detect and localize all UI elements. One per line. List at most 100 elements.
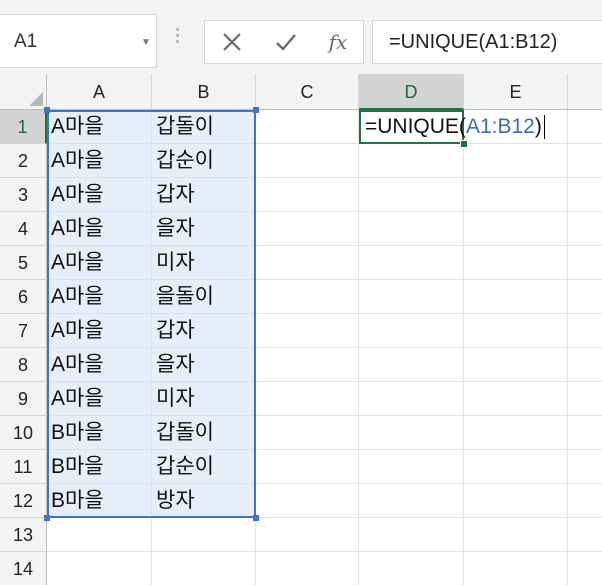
row-header-12[interactable]: 12: [0, 484, 47, 518]
cell-b7[interactable]: 갑자: [152, 314, 256, 348]
row-header-5[interactable]: 5: [0, 246, 47, 280]
cell-a6[interactable]: A마을: [47, 280, 152, 314]
cell-d4[interactable]: [359, 212, 464, 246]
cell-c5[interactable]: [256, 246, 359, 280]
fill-handle[interactable]: [460, 140, 468, 148]
cell-b1[interactable]: 갑돌이: [152, 110, 256, 144]
cell-f12[interactable]: [568, 484, 602, 518]
cell-e9[interactable]: [464, 382, 568, 416]
range-corner-handle[interactable]: [253, 107, 259, 113]
cell-a5[interactable]: A마을: [47, 246, 152, 280]
cell-d12[interactable]: [359, 484, 464, 518]
cell-e3[interactable]: [464, 178, 568, 212]
column-header-d[interactable]: D: [359, 74, 464, 110]
cell-d11[interactable]: [359, 450, 464, 484]
row-header-1[interactable]: 1: [0, 110, 47, 144]
cell-e12[interactable]: [464, 484, 568, 518]
cell-e6[interactable]: [464, 280, 568, 314]
cell-e11[interactable]: [464, 450, 568, 484]
cell-f6[interactable]: [568, 280, 602, 314]
cell-d10[interactable]: [359, 416, 464, 450]
cell-d2[interactable]: [359, 144, 464, 178]
cell-c2[interactable]: [256, 144, 359, 178]
row-header-14[interactable]: 14: [0, 552, 47, 585]
cell-c14[interactable]: [256, 552, 359, 585]
cell-f2[interactable]: [568, 144, 602, 178]
formula-bar-resize-handle[interactable]: [176, 28, 180, 46]
insert-function-button[interactable]: fx: [323, 29, 353, 55]
range-corner-handle[interactable]: [253, 515, 259, 521]
cell-a14[interactable]: [47, 552, 152, 585]
cell-d14[interactable]: [359, 552, 464, 585]
cell-d6[interactable]: [359, 280, 464, 314]
cell-a10[interactable]: B마을: [47, 416, 152, 450]
row-header-11[interactable]: 11: [0, 450, 47, 484]
row-header-7[interactable]: 7: [0, 314, 47, 348]
cell-c4[interactable]: [256, 212, 359, 246]
cell-a1[interactable]: A마을: [47, 110, 152, 144]
cell-a3[interactable]: A마을: [47, 178, 152, 212]
cell-a7[interactable]: A마을: [47, 314, 152, 348]
cell-b11[interactable]: 갑순이: [152, 450, 256, 484]
cell-a9[interactable]: A마을: [47, 382, 152, 416]
row-header-8[interactable]: 8: [0, 348, 47, 382]
cell-a8[interactable]: A마을: [47, 348, 152, 382]
cell-b12[interactable]: 방자: [152, 484, 256, 518]
cell-f11[interactable]: [568, 450, 602, 484]
cell-d9[interactable]: [359, 382, 464, 416]
cell-f5[interactable]: [568, 246, 602, 280]
cell-f4[interactable]: [568, 212, 602, 246]
name-box-dropdown-icon[interactable]: ▼: [141, 37, 151, 48]
row-header-9[interactable]: 9: [0, 382, 47, 416]
cell-b4[interactable]: 을자: [152, 212, 256, 246]
cell-d3[interactable]: [359, 178, 464, 212]
cell-f7[interactable]: [568, 314, 602, 348]
cell-d8[interactable]: [359, 348, 464, 382]
cell-c13[interactable]: [256, 518, 359, 552]
active-cell-editor[interactable]: =UNIQUE(A1:B12): [359, 110, 545, 144]
cell-c9[interactable]: [256, 382, 359, 416]
cell-c8[interactable]: [256, 348, 359, 382]
select-all-button[interactable]: [0, 74, 47, 110]
cell-b3[interactable]: 갑자: [152, 178, 256, 212]
close-icon[interactable]: [217, 29, 247, 55]
cell-e7[interactable]: [464, 314, 568, 348]
column-header-a[interactable]: A: [47, 74, 152, 110]
cell-e4[interactable]: [464, 212, 568, 246]
cell-e5[interactable]: [464, 246, 568, 280]
cell-b13[interactable]: [152, 518, 256, 552]
cell-f9[interactable]: [568, 382, 602, 416]
cell-a13[interactable]: [47, 518, 152, 552]
cell-b14[interactable]: [152, 552, 256, 585]
cell-e13[interactable]: [464, 518, 568, 552]
cell-e14[interactable]: [464, 552, 568, 585]
column-header-c[interactable]: C: [256, 74, 359, 110]
cell-f1[interactable]: [568, 110, 602, 144]
cell-f14[interactable]: [568, 552, 602, 585]
cell-a12[interactable]: B마을: [47, 484, 152, 518]
column-header-e[interactable]: E: [464, 74, 568, 110]
row-header-6[interactable]: 6: [0, 280, 47, 314]
range-corner-handle[interactable]: [44, 515, 50, 521]
cell-f3[interactable]: [568, 178, 602, 212]
cell-d7[interactable]: [359, 314, 464, 348]
formula-input[interactable]: =UNIQUE(A1:B12): [372, 20, 602, 64]
cell-e10[interactable]: [464, 416, 568, 450]
column-header-b[interactable]: B: [152, 74, 256, 110]
row-header-2[interactable]: 2: [0, 144, 47, 178]
cell-b5[interactable]: 미자: [152, 246, 256, 280]
cell-c3[interactable]: [256, 178, 359, 212]
row-header-13[interactable]: 13: [0, 518, 47, 552]
cell-d5[interactable]: [359, 246, 464, 280]
name-box[interactable]: A1 ▼: [0, 14, 157, 68]
cell-c12[interactable]: [256, 484, 359, 518]
cell-b9[interactable]: 미자: [152, 382, 256, 416]
column-header-f[interactable]: [568, 74, 602, 110]
cell-c1[interactable]: [256, 110, 359, 144]
cell-c6[interactable]: [256, 280, 359, 314]
row-header-4[interactable]: 4: [0, 212, 47, 246]
cell-c7[interactable]: [256, 314, 359, 348]
cell-e8[interactable]: [464, 348, 568, 382]
cell-f8[interactable]: [568, 348, 602, 382]
row-header-3[interactable]: 3: [0, 178, 47, 212]
